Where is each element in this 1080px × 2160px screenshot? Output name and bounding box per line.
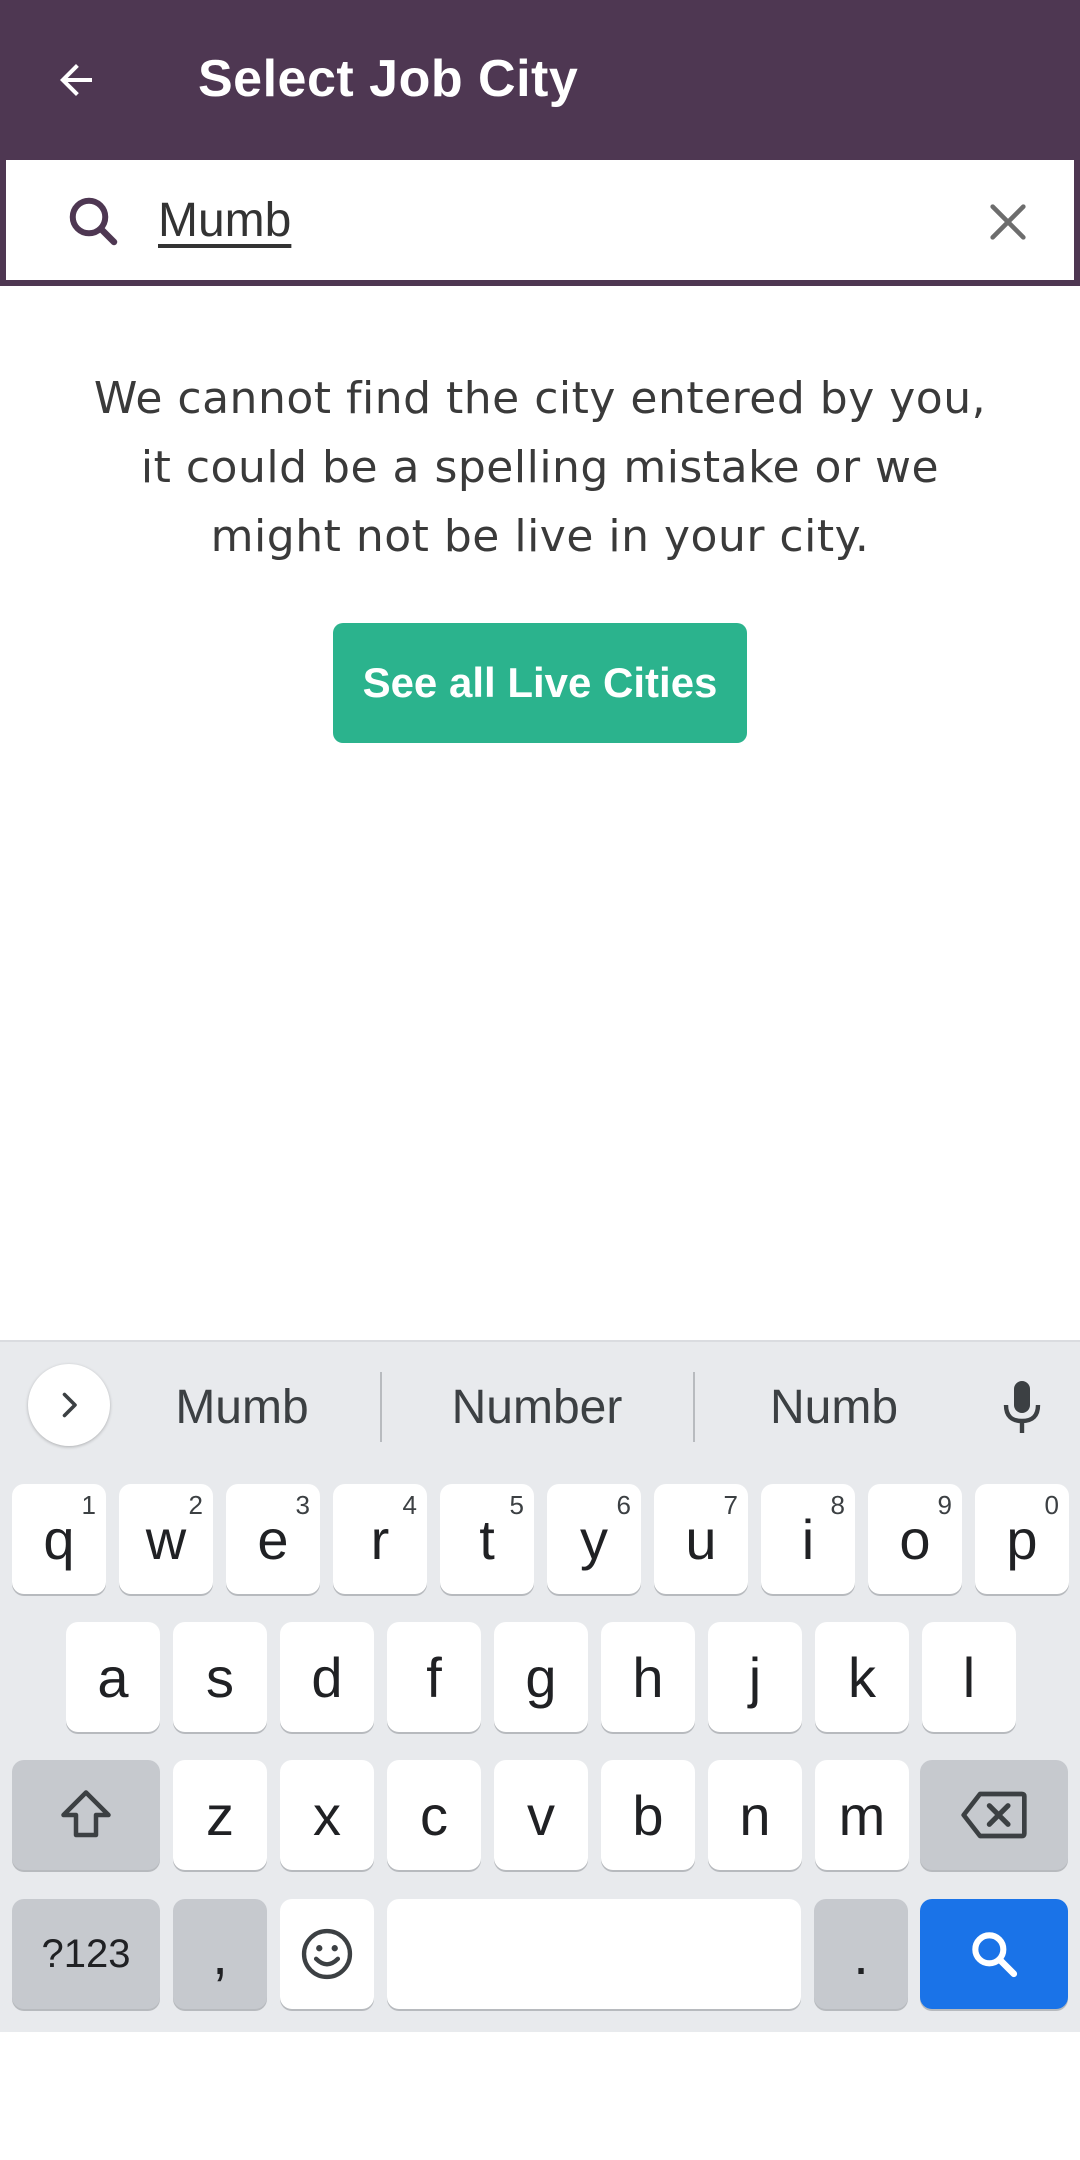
voice-input-button[interactable] <box>990 1372 1054 1442</box>
key-q[interactable]: q1 <box>12 1484 106 1594</box>
key-g[interactable]: g <box>494 1622 588 1732</box>
key-z[interactable]: z <box>173 1760 267 1870</box>
suggestion-bar: Mumb Number Numb <box>0 1342 1080 1472</box>
key-n[interactable]: n <box>708 1760 802 1870</box>
key-r[interactable]: r4 <box>333 1484 427 1594</box>
key-h[interactable]: h <box>601 1622 695 1732</box>
page-title: Select Job City <box>198 50 579 108</box>
close-icon <box>990 204 1026 240</box>
shift-key[interactable] <box>12 1760 160 1870</box>
key-v[interactable]: v <box>494 1760 588 1870</box>
key-j[interactable]: j <box>708 1622 802 1732</box>
emoji-key[interactable] <box>280 1899 374 2009</box>
suggestion-divider <box>380 1372 382 1442</box>
suggestion-divider <box>693 1372 695 1442</box>
key-w[interactable]: w2 <box>119 1484 213 1594</box>
key-y[interactable]: y6 <box>547 1484 641 1594</box>
key-f[interactable]: f <box>387 1622 481 1732</box>
backspace-icon <box>961 1791 1027 1839</box>
clear-search-button[interactable] <box>976 190 1040 254</box>
key-d[interactable]: d <box>280 1622 374 1732</box>
soft-keyboard: Mumb Number Numb q1 w2 e3 r4 t5 y6 u7 i8… <box>0 1340 1080 2032</box>
microphone-icon <box>1003 1381 1041 1433</box>
city-search-input[interactable]: Mumb <box>158 180 938 262</box>
key-x[interactable]: x <box>280 1760 374 1870</box>
city-not-found-message: We cannot find the city entered by you, … <box>93 373 987 562</box>
expand-suggestions-button[interactable] <box>28 1364 110 1446</box>
app-bar: Select Job City <box>0 0 1080 160</box>
suggestion-1[interactable]: Mumb <box>130 1376 354 1440</box>
key-i[interactable]: i8 <box>761 1484 855 1594</box>
emoji-icon <box>301 1928 353 1980</box>
arrow-left-icon <box>60 64 92 96</box>
search-icon <box>64 192 124 252</box>
key-a[interactable]: a <box>66 1622 160 1732</box>
comma-key[interactable]: , <box>173 1899 267 2009</box>
period-key[interactable]: . <box>814 1899 908 2009</box>
back-button[interactable] <box>40 44 112 116</box>
suggestion-3[interactable]: Numb <box>714 1376 954 1440</box>
key-p[interactable]: p0 <box>975 1484 1069 1594</box>
key-l[interactable]: l <box>922 1622 1016 1732</box>
key-o[interactable]: o9 <box>868 1484 962 1594</box>
key-m[interactable]: m <box>815 1760 909 1870</box>
backspace-key[interactable] <box>920 1760 1068 1870</box>
chevron-right-icon <box>62 1392 77 1418</box>
key-t[interactable]: t5 <box>440 1484 534 1594</box>
suggestion-2[interactable]: Number <box>400 1376 674 1440</box>
shift-icon <box>61 1790 111 1838</box>
key-s[interactable]: s <box>173 1622 267 1732</box>
key-c[interactable]: c <box>387 1760 481 1870</box>
city-search-bar: Mumb <box>0 160 1080 286</box>
key-u[interactable]: u7 <box>654 1484 748 1594</box>
see-all-live-cities-button[interactable]: See all Live Cities <box>333 623 747 743</box>
key-e[interactable]: e3 <box>226 1484 320 1594</box>
space-key[interactable] <box>387 1899 801 2009</box>
key-k[interactable]: k <box>815 1622 909 1732</box>
symbols-key[interactable]: ?123 <box>12 1899 160 2009</box>
key-b[interactable]: b <box>601 1760 695 1870</box>
search-enter-key[interactable] <box>920 1899 1068 2009</box>
search-icon <box>972 1932 1018 1978</box>
